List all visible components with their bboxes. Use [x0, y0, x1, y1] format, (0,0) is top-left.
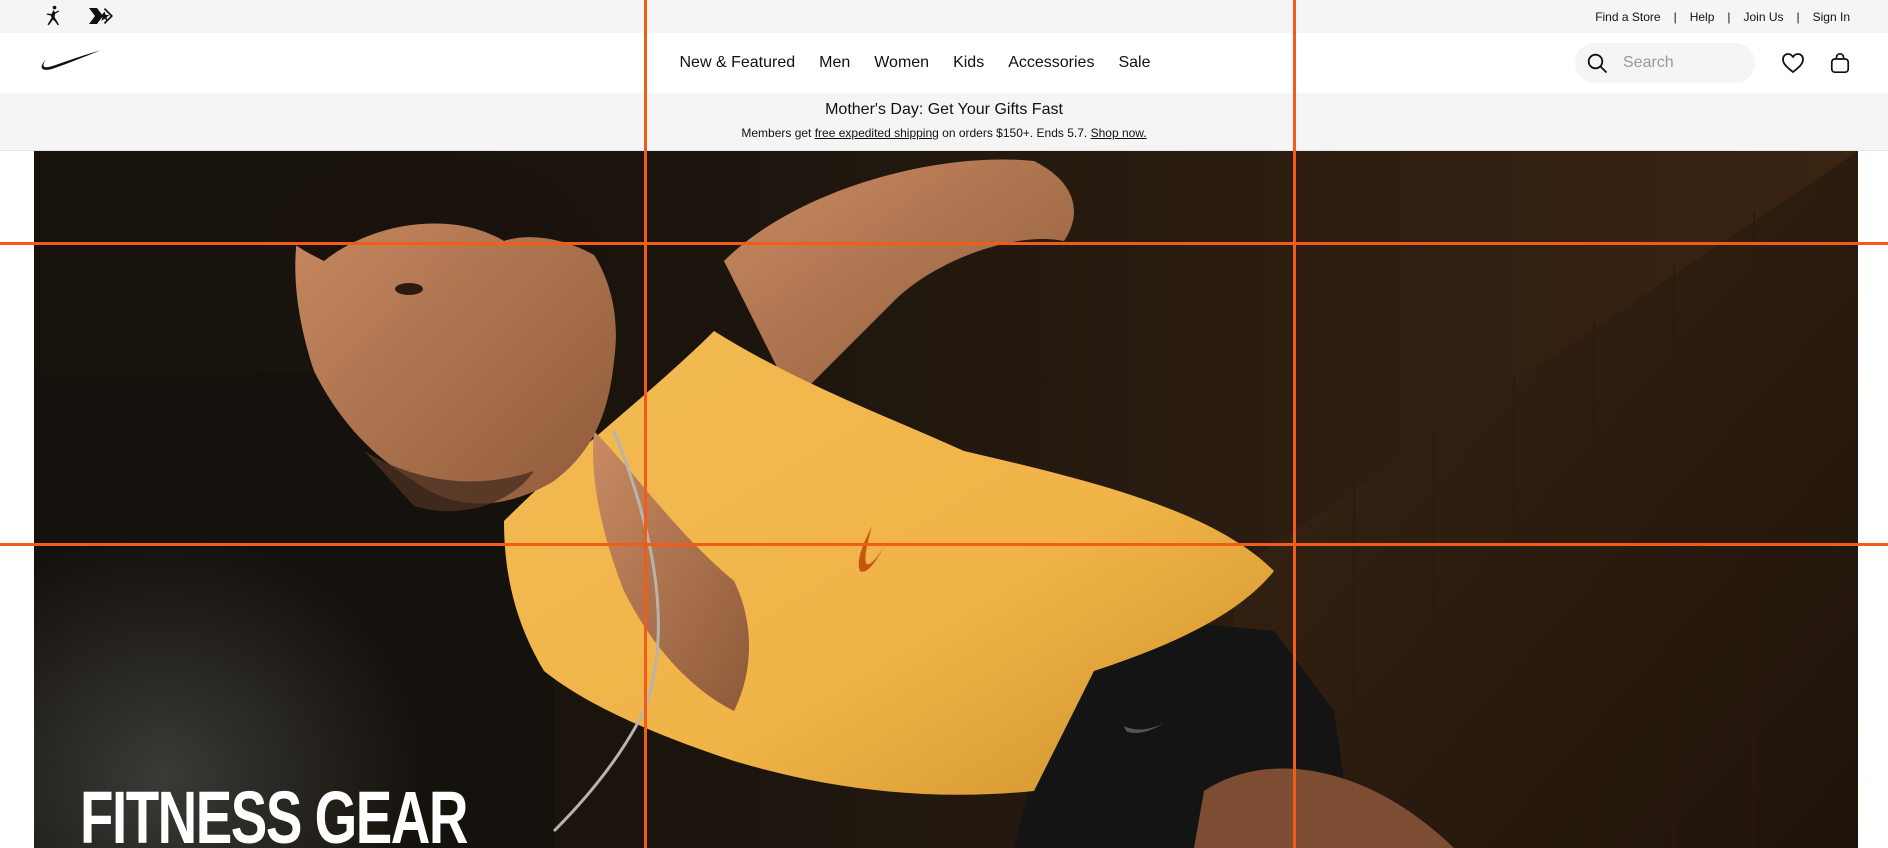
nav-men[interactable]: Men: [819, 54, 850, 72]
promo-subtitle: Members get free expedited shipping on o…: [0, 126, 1888, 140]
grid-line-vertical: [1293, 0, 1296, 848]
nav-accessories[interactable]: Accessories: [1008, 54, 1094, 72]
separator: |: [1796, 9, 1800, 24]
help-link[interactable]: Help: [1690, 10, 1715, 24]
free-shipping-link[interactable]: free expedited shipping: [815, 126, 939, 140]
search-icon[interactable]: [1586, 52, 1608, 74]
main-header: New & Featured Men Women Kids Accessorie…: [0, 33, 1888, 93]
grid-line-horizontal: [0, 242, 1888, 245]
search-input[interactable]: [1623, 43, 1743, 83]
promo-title: Mother's Day: Get Your Gifts Fast: [825, 101, 1063, 118]
bag-icon[interactable]: [1827, 50, 1853, 76]
promo-banner: Mother's Day: Get Your Gifts Fast Member…: [0, 93, 1888, 151]
nav-women[interactable]: Women: [874, 54, 929, 72]
find-store-link[interactable]: Find a Store: [1595, 10, 1660, 24]
hero-image: [34, 151, 1858, 848]
nike-swoosh-icon[interactable]: [40, 49, 102, 73]
promo-text: on orders $150+. Ends 5.7.: [938, 126, 1091, 140]
join-us-link[interactable]: Join Us: [1744, 10, 1784, 24]
jordan-icon[interactable]: [40, 4, 66, 28]
converse-icon[interactable]: [88, 4, 114, 28]
sign-in-link[interactable]: Sign In: [1813, 10, 1850, 24]
hero-headline: FITNESS GEAR: [80, 776, 468, 848]
promo-text: Members get: [741, 126, 815, 140]
grid-line-vertical: [644, 0, 647, 848]
separator: |: [1727, 9, 1731, 24]
utility-links: Find a Store | Help | Join Us | Sign In: [1595, 0, 1850, 33]
utility-bar: Find a Store | Help | Join Us | Sign In: [0, 0, 1888, 33]
search-box[interactable]: [1575, 43, 1755, 83]
nav-kids[interactable]: Kids: [953, 54, 984, 72]
nav-new-featured[interactable]: New & Featured: [680, 54, 796, 72]
nav-sale[interactable]: Sale: [1118, 54, 1150, 72]
hero-banner[interactable]: FITNESS GEAR: [34, 151, 1858, 848]
separator: |: [1673, 9, 1677, 24]
heart-icon[interactable]: [1780, 50, 1806, 76]
grid-line-horizontal: [0, 543, 1888, 546]
shop-now-link[interactable]: Shop now.: [1091, 126, 1147, 140]
